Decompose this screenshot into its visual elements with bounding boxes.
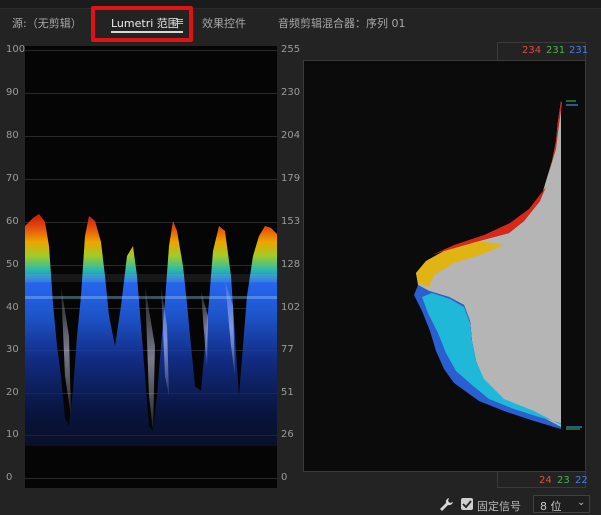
waveform-tick-right: 255: [281, 44, 301, 55]
waveform-tick-left: 50: [6, 259, 19, 270]
highlight-annotation: [91, 6, 193, 42]
waveform-tick-right: 0: [281, 472, 288, 483]
waveform-tick-left: 20: [6, 387, 19, 398]
waveform-tick-left: 0: [6, 472, 13, 483]
tab-audio-clip-mixer[interactable]: 音频剪辑混合器：序列 01: [278, 15, 406, 31]
waveform-tick-right: 51: [281, 387, 294, 398]
waveform-tick-left: 70: [6, 173, 19, 184]
histogram-top-blue: 231: [569, 45, 589, 56]
wrench-icon[interactable]: [438, 497, 454, 513]
waveform-tick-right: 102: [281, 302, 301, 313]
bit-depth-select[interactable]: 8 位 ⌄: [533, 495, 590, 513]
histogram-top-green: 231: [546, 45, 566, 56]
histogram-bottom-red: 24: [539, 475, 552, 486]
waveform-tick-right: 77: [281, 344, 294, 355]
waveform-tick-left: 60: [6, 216, 19, 227]
waveform-tick-right: 26: [281, 429, 294, 440]
waveform-tick-right: 204: [281, 130, 301, 141]
histogram-bottom-green: 23: [557, 475, 570, 486]
pin-signal-checkbox[interactable]: [461, 498, 473, 510]
pin-signal-label: 固定信号: [477, 500, 521, 513]
histogram-trace: [414, 100, 582, 430]
bit-depth-value: 8 位: [540, 500, 562, 513]
waveform-tick-right: 128: [281, 259, 301, 270]
waveform-tick-left: 30: [6, 344, 19, 355]
chevron-down-icon: ⌄: [577, 497, 586, 508]
waveform-tick-left: 90: [6, 87, 19, 98]
waveform-tick-left: 10: [6, 429, 19, 440]
checkmark-icon: [462, 500, 472, 509]
waveform-tick-right: 230: [281, 87, 301, 98]
waveform-trace: [25, 214, 277, 446]
waveform-tick-right: 179: [281, 173, 301, 184]
tab-effect-controls[interactable]: 效果控件: [202, 15, 246, 31]
waveform-tick-left: 100: [6, 44, 26, 55]
waveform-tick-left: 80: [6, 130, 19, 141]
histogram-bottom-blue: 22: [575, 475, 588, 486]
tab-source[interactable]: 源:（无剪辑）: [12, 15, 82, 31]
histogram-top-red: 234: [522, 45, 542, 56]
waveform-tick-left: 40: [6, 302, 19, 313]
waveform-tick-right: 153: [281, 216, 301, 227]
